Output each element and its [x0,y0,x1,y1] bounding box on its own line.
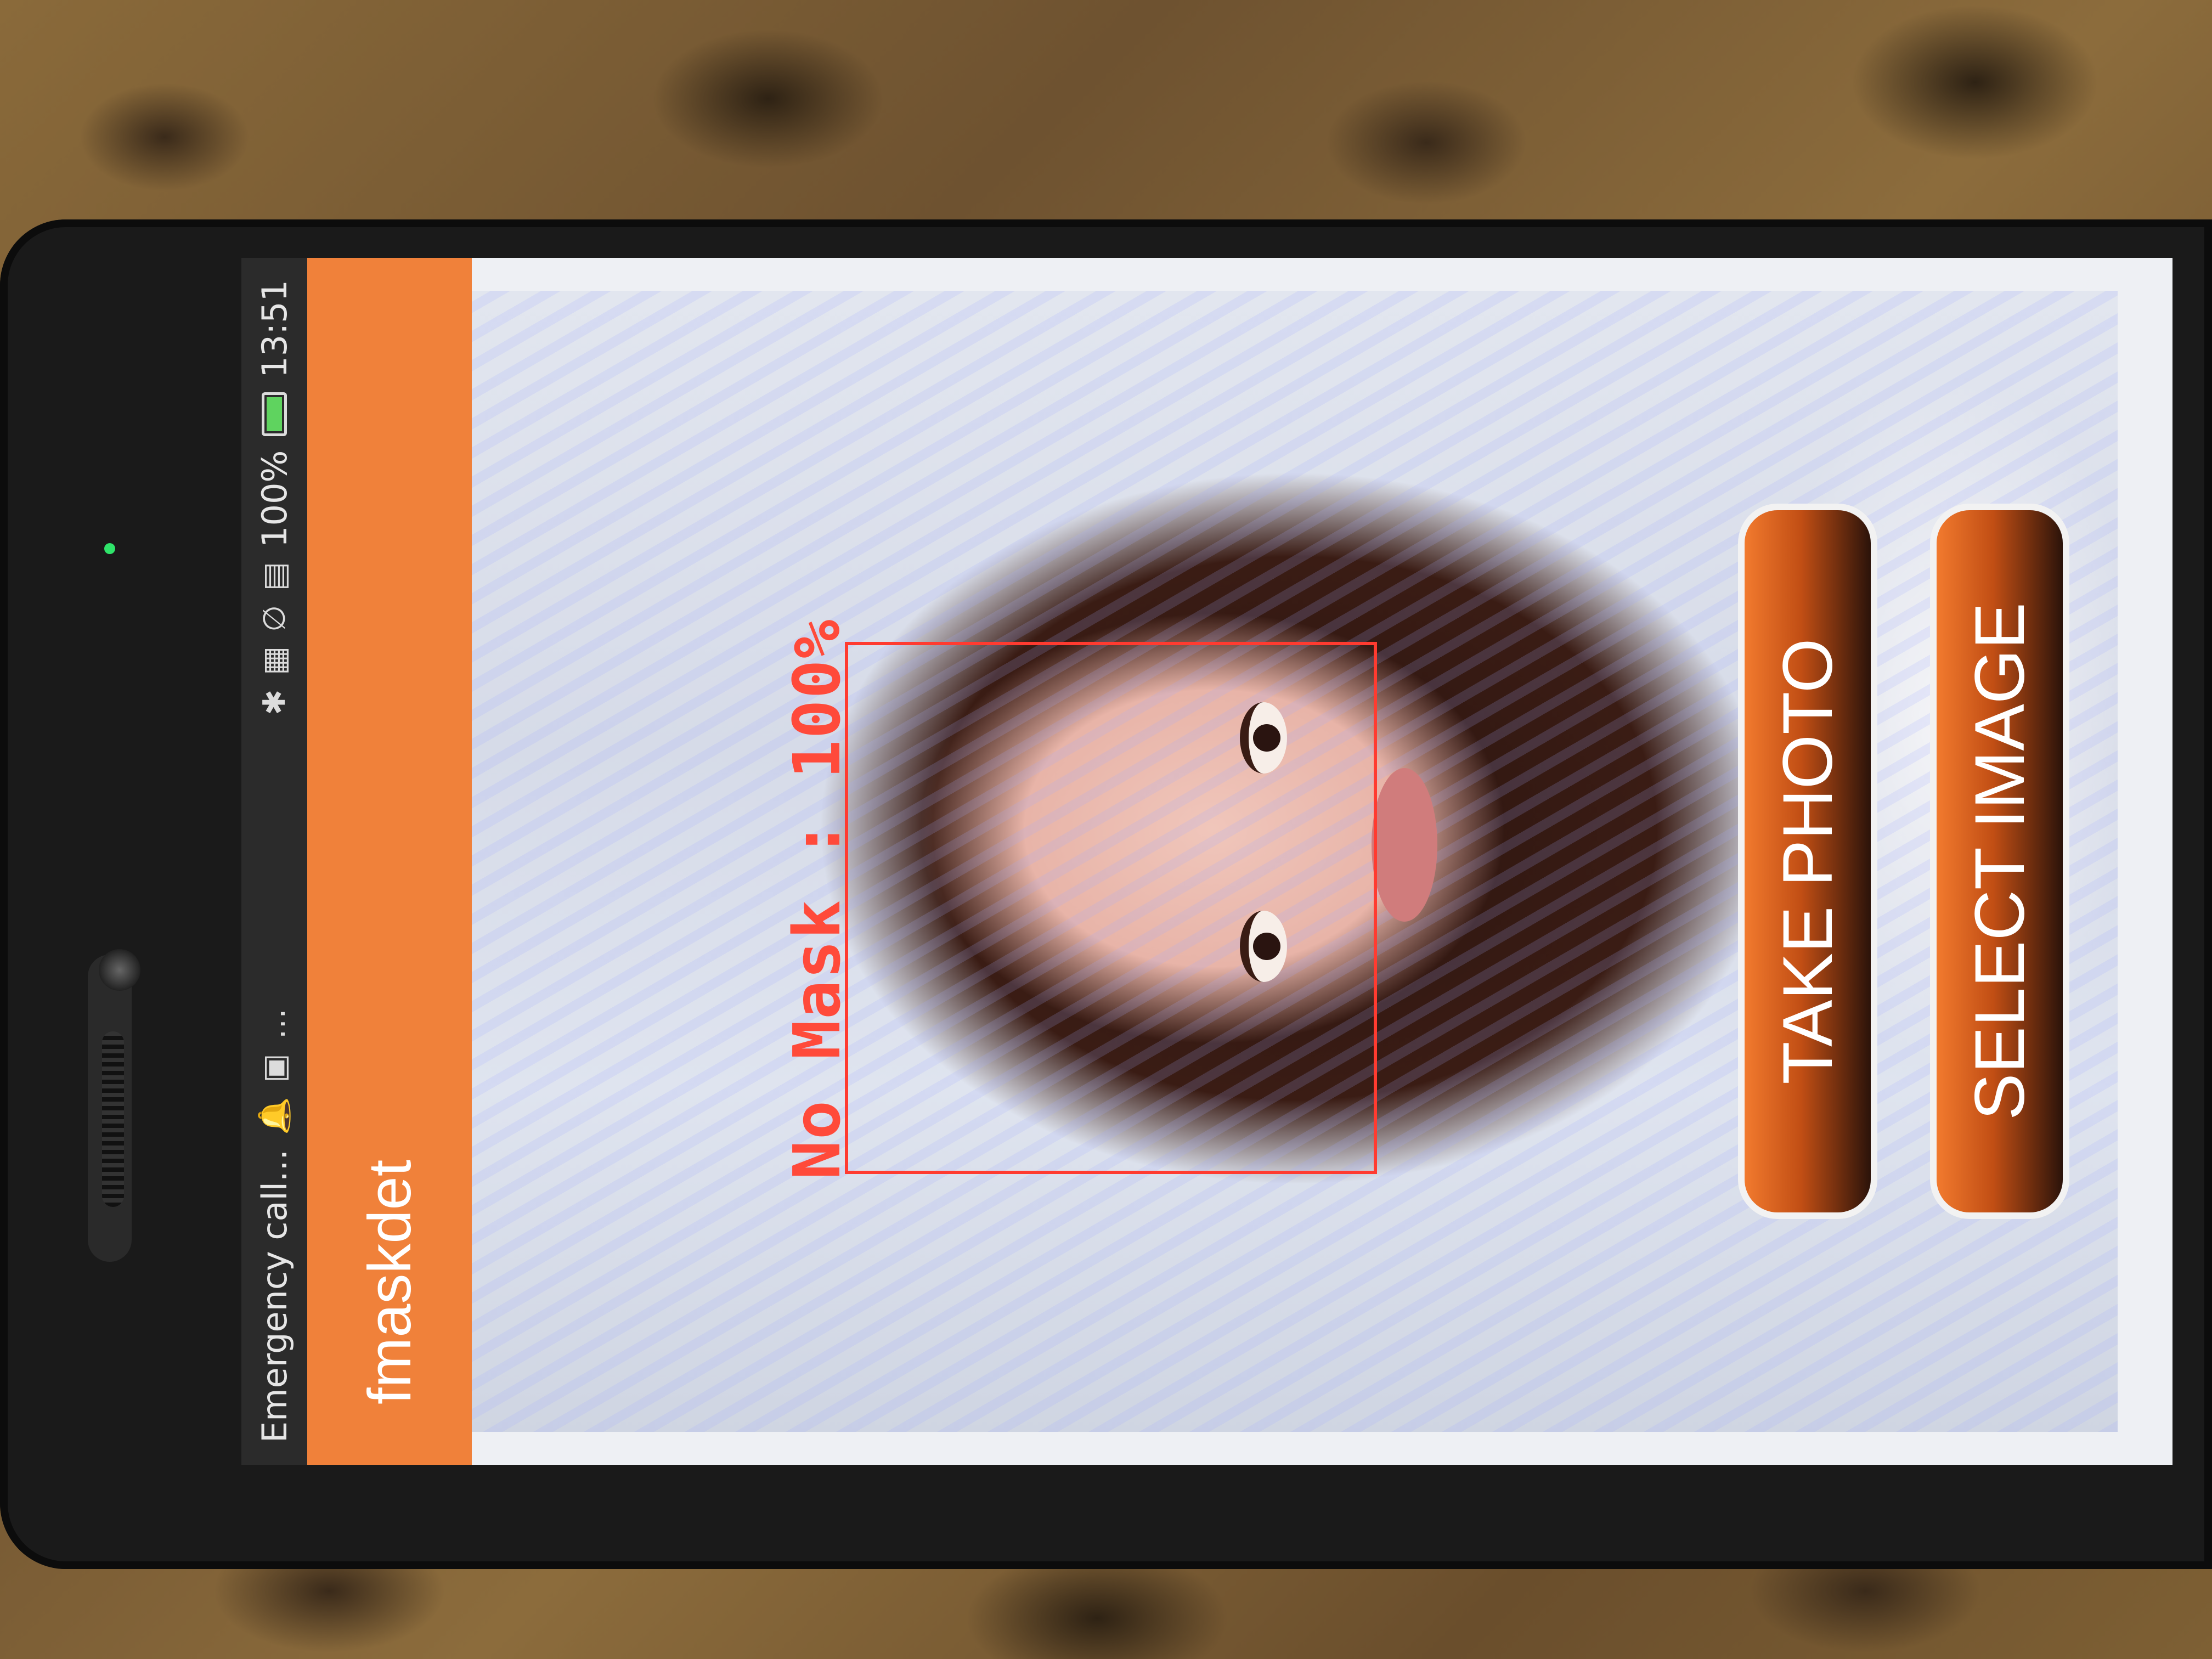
notification-led [104,543,115,554]
notification-icon: 🔔 [257,1097,292,1135]
phone-screen: Emergency call... 🔔 ▣ … ✱ ▦ ∅ ▤ 100% 13:… [241,258,2172,1465]
front-camera [99,949,140,991]
status-left: Emergency call... 🔔 ▣ … [255,1008,295,1443]
status-right: ✱ ▦ ∅ ▤ 100% 13:51 [255,280,295,715]
face-bounding-box [845,642,1377,1174]
status-bar: Emergency call... 🔔 ▣ … ✱ ▦ ∅ ▤ 100% 13:… [241,258,307,1465]
battery-percent: 100% [254,450,295,548]
sim-icon: ▣ [256,1053,292,1083]
nfc-icon: ▦ [256,646,292,675]
take-photo-button[interactable]: TAKE PHOTO [1745,510,1871,1212]
battery-icon [262,392,287,436]
select-image-button[interactable]: SELECT IMAGE [1937,510,2063,1212]
bluetooth-icon: ✱ [256,689,292,715]
app-bar: fmaskdet [307,258,472,1465]
more-icon: … [256,1008,292,1040]
clock: 13:51 [254,280,295,378]
mute-icon: ∅ [256,605,292,632]
face-lips [1372,768,1437,922]
detection-label: No Mask : 100% [779,618,855,1180]
app-title: fmaskdet [356,1159,424,1404]
speaker-grille [102,1031,124,1207]
app-screen: Emergency call... 🔔 ▣ … ✱ ▦ ∅ ▤ 100% 13:… [241,258,2172,1465]
sim-card-icon: ▤ [256,561,292,591]
carrier-text: Emergency call... [254,1149,295,1443]
